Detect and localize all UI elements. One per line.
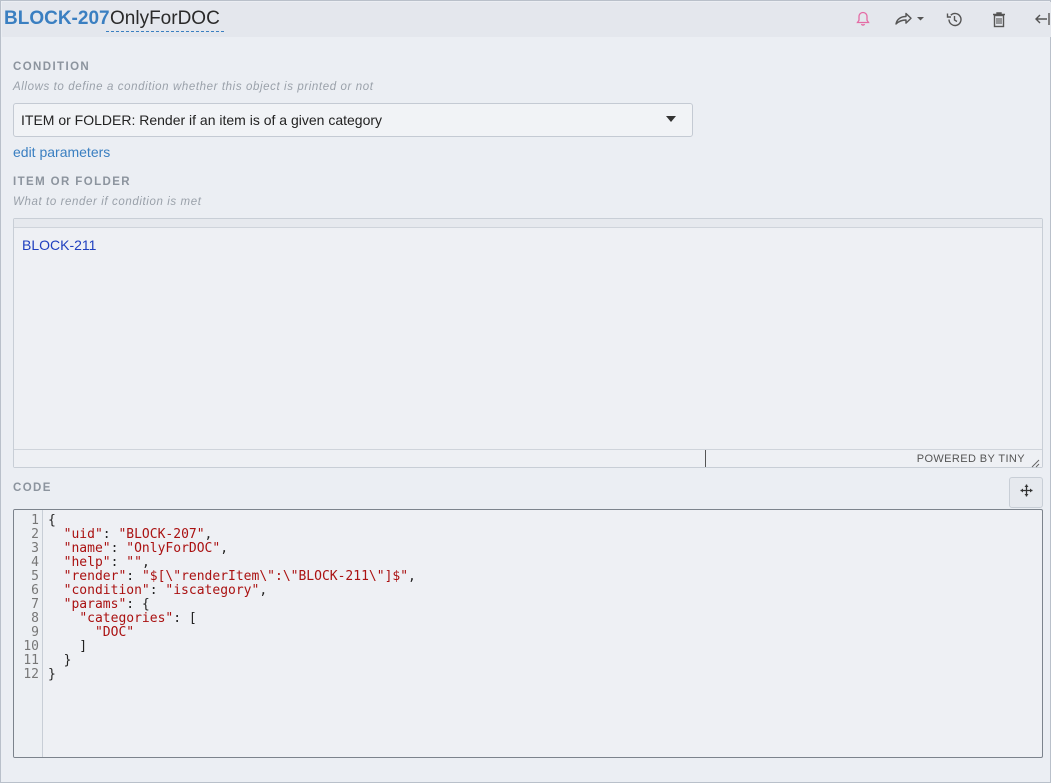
code-line: "help": "", [63,555,150,570]
code-title: CODE [13,482,52,494]
statusbar-divider [705,450,706,467]
chevron-down-icon [666,116,676,122]
editor-toolbar [14,219,1042,228]
bell-icon[interactable] [855,9,871,29]
line-number: 8 [31,611,39,626]
line-number: 11 [23,653,39,668]
share-icon[interactable] [893,9,927,29]
line-number: 12 [23,667,39,682]
code-editor[interactable]: 1 2 3 4 5 6 7 8 9 10 11 12 { "uid": "BLOCK-207", "n… [13,509,1043,758]
code-lines[interactable]: { "uid": "BLOCK-207", "name": "OnlyForDO… [48,514,416,682]
trash-icon[interactable] [991,9,1007,29]
code-line: { [48,513,56,528]
condition-help: Allows to define a condition whether thi… [13,81,374,93]
block-name-field[interactable]: OnlyForDOC [106,8,224,32]
edit-parameters-link[interactable]: edit parameters [13,144,110,160]
move-icon [1020,484,1033,502]
code-line: "uid": "BLOCK-207", [63,527,213,542]
block-id: BLOCK-207 [4,8,110,29]
block-editor-panel: BLOCK-207 OnlyForDOC CONDITION Allows to… [0,0,1051,783]
resize-handle-icon[interactable] [1030,455,1040,468]
line-number: 2 [31,527,39,542]
code-line: "DOC" [94,625,135,640]
line-number: 9 [31,625,39,640]
condition-title: CONDITION [13,61,91,73]
line-number: 7 [31,597,39,612]
editor-statusbar: POWERED BY TINY [14,449,1042,468]
collapse-icon[interactable] [1034,9,1050,29]
line-number: 5 [31,569,39,584]
move-button[interactable] [1009,477,1043,508]
code-line: "params": { [63,597,150,612]
line-number-gutter: 1 2 3 4 5 6 7 8 9 10 11 12 [14,510,43,757]
code-line: } [48,653,72,668]
line-number: 4 [31,555,39,570]
code-line: ] [48,639,88,654]
rich-text-editor[interactable]: BLOCK-211 POWERED BY TINY [13,218,1043,468]
code-line: "condition": "iscategory", [63,583,268,598]
condition-select-value: ITEM or FOLDER: Render if an item is of … [21,112,383,128]
editor-content[interactable]: BLOCK-211 [22,237,96,253]
item-or-folder-help: What to render if condition is met [13,196,202,208]
header-bar: BLOCK-207 OnlyForDOC [2,2,1051,37]
condition-select[interactable]: ITEM or FOLDER: Render if an item is of … [13,103,693,137]
line-number: 10 [23,639,39,654]
line-number: 1 [31,513,39,528]
history-icon[interactable] [945,9,963,29]
code-line: "name": "OnlyForDOC", [63,541,229,556]
code-line: "render": "$[\"renderItem\":\"BLOCK-211\… [63,569,416,584]
line-number: 6 [31,583,39,598]
code-line: } [48,667,56,682]
code-line: "categories": [ [79,611,197,626]
powered-by-label[interactable]: POWERED BY TINY [917,453,1025,465]
line-number: 3 [31,541,39,556]
item-or-folder-title: ITEM OR FOLDER [13,176,131,188]
